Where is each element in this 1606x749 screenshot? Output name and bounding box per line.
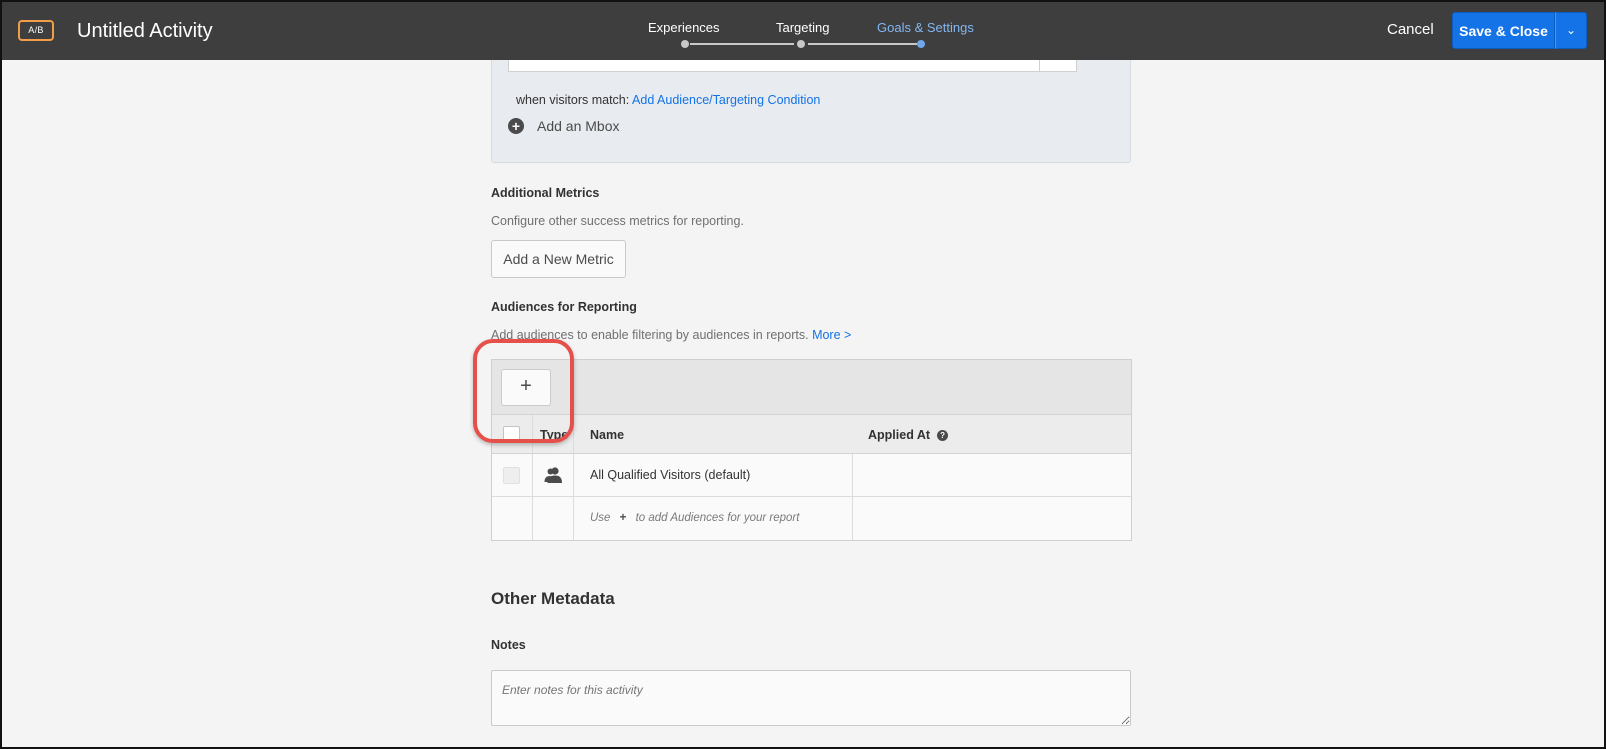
- column-divider: [573, 454, 574, 496]
- step-dot-targeting: [797, 40, 805, 48]
- primary-goal-panel: when visitors match: Add Audience/Target…: [491, 60, 1131, 163]
- column-divider: [532, 497, 533, 540]
- audience-name: All Qualified Visitors (default): [590, 468, 751, 482]
- column-divider: [573, 497, 574, 540]
- audiences-table: + Type Name Applied At? All Qualified Vi…: [491, 359, 1132, 541]
- step-connector: [690, 43, 794, 45]
- plus-circle-icon: +: [508, 118, 524, 134]
- column-header-name[interactable]: Name: [590, 428, 624, 442]
- applied-at-label: Applied At: [868, 428, 931, 442]
- step-targeting[interactable]: Targeting: [776, 20, 829, 35]
- additional-metrics-description: Configure other success metrics for repo…: [491, 214, 744, 228]
- step-dot-experiences: [681, 40, 689, 48]
- mbox-input[interactable]: [508, 60, 1040, 72]
- column-divider: [852, 454, 853, 496]
- chevron-down-icon: ⌄: [1565, 23, 1577, 37]
- step-dot-goals-settings: [917, 40, 925, 48]
- table-row: All Qualified Visitors (default): [492, 454, 1131, 497]
- top-header: A/B Untitled Activity Experiences Target…: [0, 0, 1606, 60]
- column-divider: [532, 454, 533, 496]
- hint-suffix: to add Audiences for your report: [635, 512, 800, 524]
- step-goals-settings[interactable]: Goals & Settings: [877, 20, 974, 35]
- add-mbox-label: Add an Mbox: [537, 118, 620, 134]
- table-row-hint: Use + to add Audiences for your report: [492, 497, 1131, 540]
- column-header-applied-at: Applied At?: [868, 428, 949, 442]
- notes-label: Notes: [491, 638, 526, 652]
- other-metadata-title: Other Metadata: [491, 589, 615, 608]
- add-audiences-hint: Use + to add Audiences for your report: [590, 512, 799, 524]
- row-checkbox: [503, 467, 520, 484]
- add-mbox-button[interactable]: + Add an Mbox: [508, 118, 620, 134]
- add-targeting-condition-link[interactable]: Add Audience/Targeting Condition: [632, 93, 820, 107]
- visitors-match-line: when visitors match: Add Audience/Target…: [516, 93, 820, 107]
- more-link[interactable]: More >: [812, 328, 851, 342]
- audiences-title: Audiences for Reporting: [491, 300, 637, 314]
- save-options-button[interactable]: ⌄: [1555, 12, 1587, 49]
- audiences-toolbar: +: [492, 360, 1131, 415]
- workflow-steps: Experiences Targeting Goals & Settings: [648, 0, 974, 60]
- add-new-metric-button[interactable]: Add a New Metric: [491, 240, 626, 278]
- hint-prefix: Use: [590, 512, 611, 524]
- audiences-table-header: Type Name Applied At?: [492, 415, 1131, 454]
- additional-metrics-title: Additional Metrics: [491, 186, 600, 200]
- step-experiences[interactable]: Experiences: [648, 20, 720, 35]
- cancel-button[interactable]: Cancel: [1387, 21, 1434, 38]
- audience-users-icon: [544, 467, 562, 483]
- plus-icon: +: [619, 512, 627, 524]
- column-divider: [852, 497, 853, 540]
- activity-title[interactable]: Untitled Activity: [77, 20, 213, 43]
- highlight-callout: [473, 339, 574, 443]
- step-connector: [808, 43, 917, 45]
- notes-textarea[interactable]: [491, 670, 1131, 726]
- visitors-match-label: when visitors match:: [516, 93, 630, 107]
- save-close-button[interactable]: Save & Close: [1452, 12, 1555, 49]
- help-icon[interactable]: ?: [937, 430, 949, 441]
- ab-activity-badge: A/B: [18, 20, 54, 41]
- mbox-input-button[interactable]: [1039, 60, 1077, 72]
